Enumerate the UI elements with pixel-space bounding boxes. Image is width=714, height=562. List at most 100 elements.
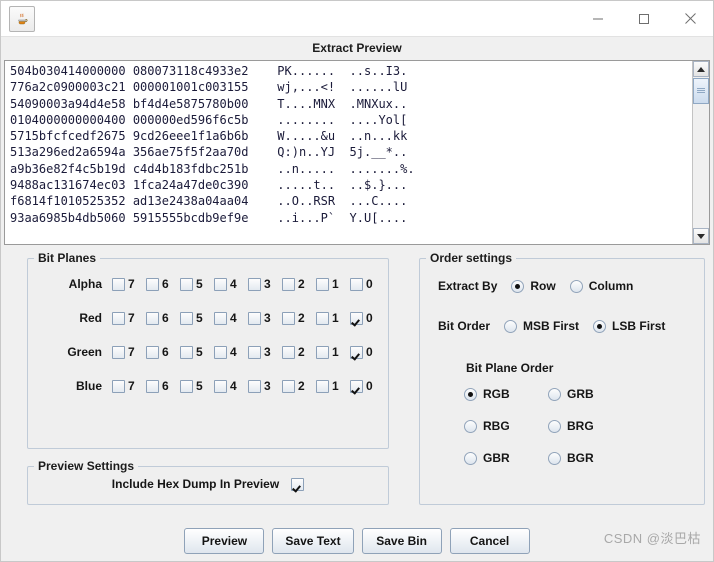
radio-icon[interactable]	[504, 319, 518, 333]
checkbox-red-bit-7[interactable]	[112, 311, 125, 325]
bit-plane-order-option-brg[interactable]: BRG	[548, 419, 632, 433]
preview-button[interactable]: Preview	[184, 528, 265, 554]
radio-icon[interactable]	[548, 419, 561, 433]
extract-by-option-row[interactable]: Row	[511, 279, 556, 293]
bit-plane-order-option-rbg[interactable]: RBG	[464, 419, 548, 433]
checkbox-red-bit-6[interactable]	[146, 311, 159, 325]
checkbox-red-bit-3[interactable]	[248, 311, 261, 325]
bit-index-label: 2	[298, 379, 305, 393]
checkbox-red-bit-0[interactable]	[350, 311, 363, 325]
bit-plane-cell: 6	[146, 379, 180, 393]
checkbox-alpha-bit-2[interactable]	[282, 277, 295, 291]
bit-index-label: 0	[366, 345, 373, 359]
bit-plane-channel-label: Alpha	[68, 277, 102, 291]
include-hex-dump-checkbox[interactable]	[291, 477, 305, 491]
checkbox-alpha-bit-5[interactable]	[180, 277, 193, 291]
bit-plane-row-green: Green 7 6 5 4 3 2 1 0	[28, 337, 388, 367]
checkbox-alpha-bit-4[interactable]	[214, 277, 227, 291]
bit-plane-order-option-label: GRB	[567, 387, 594, 401]
bit-plane-order-option-label: BGR	[567, 451, 594, 465]
checkbox-alpha-bit-7[interactable]	[112, 277, 125, 291]
cancel-button[interactable]: Cancel	[449, 528, 530, 554]
bit-plane-cell: 0	[350, 379, 384, 393]
bit-index-label: 3	[264, 345, 271, 359]
scroll-up-icon[interactable]	[693, 61, 709, 77]
checkbox-blue-bit-7[interactable]	[112, 379, 125, 393]
bit-plane-order-option-bgr[interactable]: BGR	[548, 451, 632, 465]
bit-plane-cell: 7	[112, 277, 146, 291]
window-controls	[575, 1, 713, 36]
checkbox-blue-bit-0[interactable]	[350, 379, 363, 393]
bit-index-label: 5	[196, 345, 203, 359]
bit-index-label: 6	[162, 379, 169, 393]
checkbox-alpha-bit-3[interactable]	[248, 277, 261, 291]
radio-icon[interactable]	[464, 451, 477, 465]
checkbox-green-bit-1[interactable]	[316, 345, 329, 359]
radio-icon[interactable]	[593, 319, 607, 333]
bit-plane-order-option-grb[interactable]: GRB	[548, 387, 632, 401]
scrollbar-grip-icon	[697, 88, 705, 93]
bit-plane-cell: 3	[248, 277, 282, 291]
right-settings-column: Order settings Extract By Row Column Bit …	[419, 251, 705, 505]
maximize-button[interactable]	[621, 1, 667, 36]
bit-plane-cell: 6	[146, 311, 180, 325]
bit-plane-cell: 1	[316, 277, 350, 291]
scroll-down-icon[interactable]	[693, 228, 709, 244]
checkbox-green-bit-0[interactable]	[350, 345, 363, 359]
checkbox-blue-bit-3[interactable]	[248, 379, 261, 393]
bit-order-option-msb-first[interactable]: MSB First	[504, 319, 579, 333]
checkbox-green-bit-7[interactable]	[112, 345, 125, 359]
bit-plane-order-option-gbr[interactable]: GBR	[464, 451, 548, 465]
checkbox-red-bit-5[interactable]	[180, 311, 193, 325]
radio-icon[interactable]	[464, 419, 477, 433]
radio-icon[interactable]	[511, 279, 525, 293]
save-text-button[interactable]: Save Text	[272, 528, 354, 554]
radio-icon[interactable]	[464, 387, 477, 401]
checkbox-blue-bit-2[interactable]	[282, 379, 295, 393]
checkbox-green-bit-2[interactable]	[282, 345, 295, 359]
extract-by-options: Row Column	[497, 279, 633, 293]
scrollbar-thumb[interactable]	[693, 78, 709, 104]
bit-plane-cell: 5	[180, 345, 214, 359]
checkbox-red-bit-4[interactable]	[214, 311, 227, 325]
minimize-button[interactable]	[575, 1, 621, 36]
checkbox-blue-bit-1[interactable]	[316, 379, 329, 393]
checkbox-alpha-bit-0[interactable]	[350, 277, 363, 291]
checkbox-blue-bit-5[interactable]	[180, 379, 193, 393]
hex-dump-line: 93aa6985b4db5060 5915555bcdb9ef9e ..i...…	[10, 210, 408, 225]
bit-index-label: 4	[230, 277, 237, 291]
checkbox-red-bit-2[interactable]	[282, 311, 295, 325]
order-settings-legend: Order settings	[430, 251, 513, 265]
bit-plane-order-option-label: BRG	[567, 419, 594, 433]
hex-dump-text-area[interactable]: 504b030414000000 080073118c4933e2 PK....…	[5, 61, 692, 244]
checkbox-blue-bit-4[interactable]	[214, 379, 227, 393]
extract-preview-window: Extract Preview 504b030414000000 0800731…	[0, 0, 714, 562]
bit-index-label: 4	[230, 345, 237, 359]
radio-icon[interactable]	[569, 279, 583, 293]
checkbox-green-bit-5[interactable]	[180, 345, 193, 359]
checkbox-alpha-bit-1[interactable]	[316, 277, 329, 291]
bit-index-label: 2	[298, 345, 305, 359]
bit-plane-order-option-rgb[interactable]: RGB	[464, 387, 548, 401]
extract-by-option-column[interactable]: Column	[569, 279, 633, 293]
checkbox-red-bit-1[interactable]	[316, 311, 329, 325]
save-bin-button[interactable]: Save Bin	[361, 528, 442, 554]
bit-order-option-lsb-first[interactable]: LSB First	[593, 319, 665, 333]
preview-vertical-scrollbar[interactable]	[692, 61, 709, 244]
checkbox-alpha-bit-6[interactable]	[146, 277, 159, 291]
hex-dump-line: a9b36e82f4c5b19d c4d4b183fdbc251b ..n...…	[10, 161, 415, 176]
checkbox-green-bit-4[interactable]	[214, 345, 227, 359]
checkbox-green-bit-3[interactable]	[248, 345, 261, 359]
include-hex-dump-label: Include Hex Dump In Preview	[111, 477, 280, 491]
hex-dump-line: 504b030414000000 080073118c4933e2 PK....…	[10, 64, 408, 78]
radio-icon[interactable]	[548, 451, 561, 465]
bit-index-label: 3	[264, 379, 271, 393]
extract-by-label: Extract By	[438, 279, 498, 293]
bit-plane-cell: 2	[282, 345, 316, 359]
bit-plane-order-option-label: RBG	[483, 419, 510, 433]
checkbox-green-bit-6[interactable]	[146, 345, 159, 359]
checkbox-blue-bit-6[interactable]	[146, 379, 159, 393]
close-button[interactable]	[667, 1, 713, 36]
bit-plane-cell: 5	[180, 277, 214, 291]
radio-icon[interactable]	[548, 387, 561, 401]
